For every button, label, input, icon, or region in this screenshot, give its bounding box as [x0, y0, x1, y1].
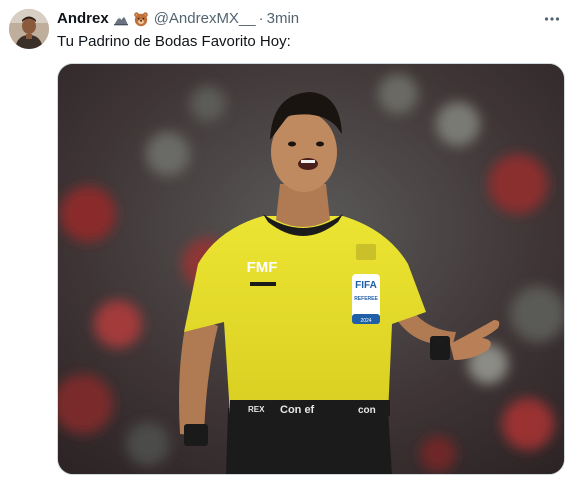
avatar[interactable]	[9, 9, 49, 49]
separator-dot: ·	[258, 10, 264, 27]
tweet-timestamp[interactable]: 3min	[267, 9, 300, 29]
tweet-header: Andrex @AndrexMX__ · 3min	[57, 9, 557, 29]
more-horizontal-icon	[544, 17, 560, 21]
author-handle[interactable]: @AndrexMX__	[154, 9, 256, 29]
waistband-sponsor-short-text: con	[358, 405, 376, 416]
tweet-media-image[interactable]: FMF FIFA REFEREE 2024 REX Con ef con	[57, 63, 565, 475]
display-name[interactable]: Andrex	[57, 9, 109, 29]
jersey-year-text: 2024	[360, 318, 371, 324]
tweet-card: Andrex @AndrexMX__ · 3min Tu Padrino de …	[0, 0, 580, 480]
waistband-brand-text: REX	[248, 405, 265, 414]
waistband-sponsor-text: Con ef	[280, 404, 315, 416]
tweet-text: Tu Padrino de Bodas Favorito Hoy:	[57, 33, 291, 50]
more-options-button[interactable]	[538, 10, 566, 28]
jersey-fmf-text: FMF	[247, 259, 278, 276]
jersey-fifa-text: FIFA	[355, 280, 377, 291]
jersey-referee-text: REFEREE	[354, 296, 378, 302]
bear-face-icon	[133, 11, 149, 27]
mountain-icon	[113, 11, 129, 27]
